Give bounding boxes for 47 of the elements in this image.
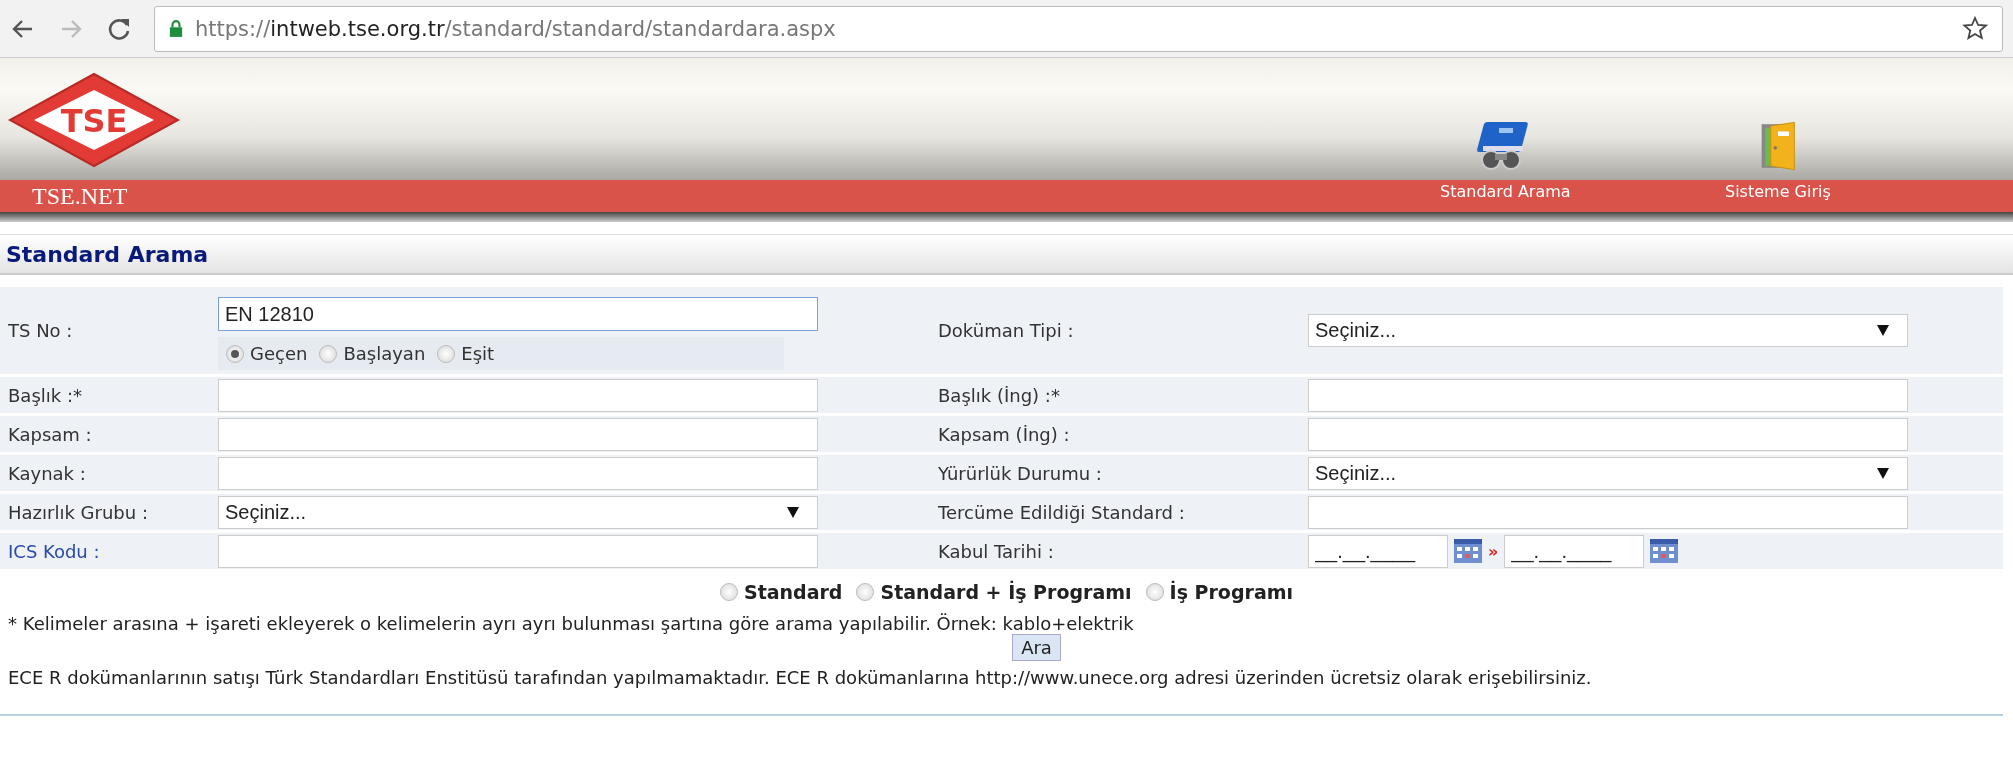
url-text: https://intweb.tse.org.tr/standard/standard/standardara.aspx xyxy=(195,16,836,41)
radio-button[interactable] xyxy=(1145,583,1164,601)
field-label: Kapsam (İng) : xyxy=(938,423,1070,445)
dropdown-arrow-icon xyxy=(1877,325,1889,336)
calendar-icon[interactable] xyxy=(1454,539,1482,563)
radio-button[interactable] xyxy=(226,344,244,363)
radio-button[interactable] xyxy=(856,583,875,601)
radio-button[interactable] xyxy=(437,344,456,363)
radio-label[interactable]: İş Programı xyxy=(1169,581,1294,603)
field-label: Doküman Tipi : xyxy=(938,320,1074,341)
range-separator: » xyxy=(1488,541,1499,561)
dropdown-arrow-icon xyxy=(787,506,799,518)
radio-button[interactable] xyxy=(319,344,338,363)
radio-label[interactable]: Standard + İş Programı xyxy=(880,581,1132,603)
lock-icon xyxy=(169,19,183,38)
select-field[interactable]: Seçiniz... xyxy=(1308,314,1908,347)
radio-label[interactable]: Standard xyxy=(743,581,843,603)
field-label: Hazırlık Grubu : xyxy=(8,501,148,523)
section-title: Standard Arama xyxy=(0,234,2013,275)
nav-link[interactable]: Standard Arama xyxy=(1440,120,1571,201)
nav-link[interactable]: Sisteme Giriş xyxy=(1725,120,1831,201)
field-label: Kaynak : xyxy=(8,462,86,484)
field-label: Tercüme Edildiği Standard : xyxy=(938,501,1185,523)
address-field[interactable]: https://intweb.tse.org.tr/standard/standard/standardara.aspx xyxy=(154,5,2003,52)
bookmark-star-icon[interactable] xyxy=(1962,15,1988,42)
site-name: TSE.NET xyxy=(32,182,128,210)
text-field[interactable]: EN 12810 xyxy=(218,297,818,331)
search-hint: * Kelimeler arasına + işareti ekleyerek o kelimelerin ayrı ayrı bulunması şartına göre arama yapılabilir. Örnek: kablo+elektrik xyxy=(8,613,1135,634)
tse-logo[interactable]: TSE xyxy=(6,70,182,170)
date-field[interactable]: __.__.____ xyxy=(1504,534,1645,568)
field-label: Kapsam : xyxy=(8,423,92,445)
search-button[interactable]: Ara xyxy=(1012,634,1061,661)
field-label: TS No : xyxy=(8,320,73,341)
select-field[interactable]: Seçiniz... xyxy=(1308,456,1908,490)
radio-label[interactable]: Geçen xyxy=(250,343,308,364)
radio-button[interactable] xyxy=(719,583,738,601)
field-label: Yürürlük Durumu : xyxy=(938,462,1102,484)
radio-label[interactable]: Eşit xyxy=(461,343,495,364)
notice-text: ECE R dokümanlarının satışı Türk Standardları Enstitüsü tarafından yapılmamaktadır. ECE R dokümanlarına http://www.unece.org adresi üzerinden ücretsiz olarak erişebilirsiniz. xyxy=(8,667,1593,688)
field-label: Başlık :* xyxy=(8,384,82,406)
date-field[interactable]: __.__.____ xyxy=(1308,534,1448,568)
radio-label[interactable]: Başlayan xyxy=(343,343,426,364)
field-label: Kabul Tarihi : xyxy=(938,540,1054,562)
select-field[interactable]: Seçiniz... xyxy=(218,495,818,529)
field-label: Başlık (İng) :* xyxy=(938,384,1060,406)
calendar-icon[interactable] xyxy=(1650,539,1679,563)
dropdown-arrow-icon xyxy=(1877,467,1889,479)
